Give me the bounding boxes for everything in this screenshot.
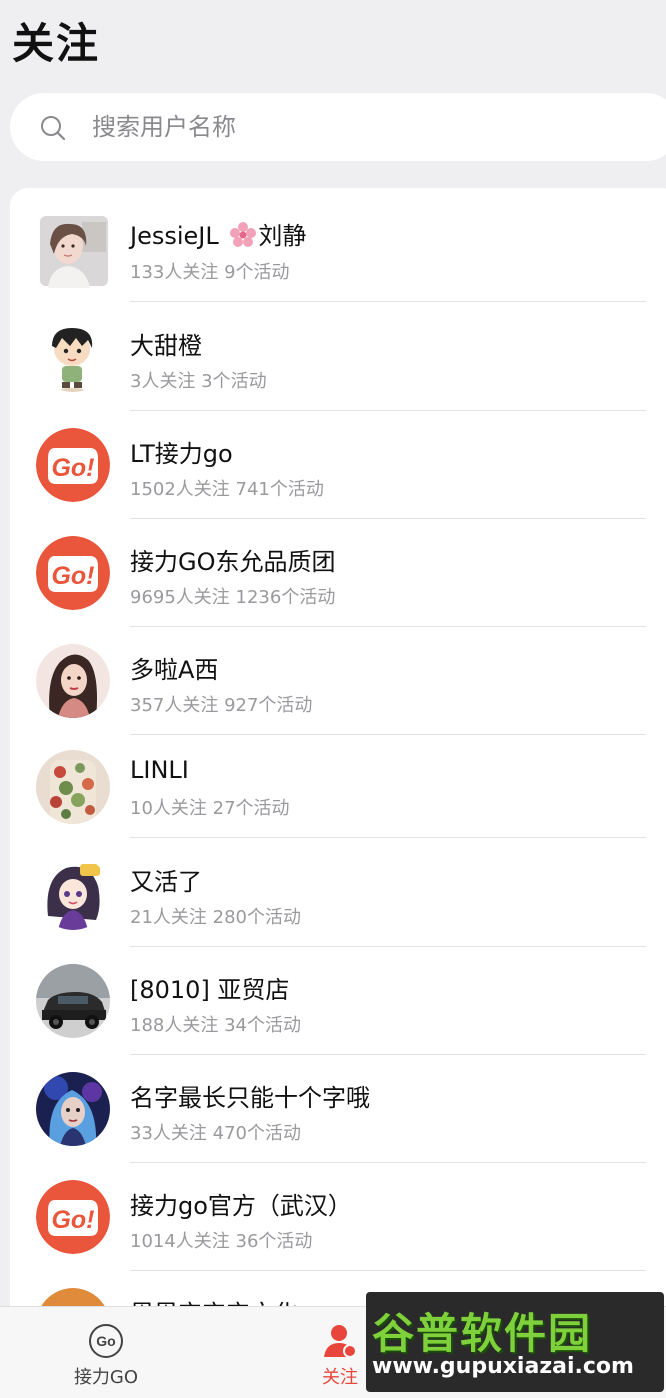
list-item[interactable]: Go! 接力go官方（武汉） 1014人关注 36个活动 xyxy=(10,1162,666,1271)
avatar: Go! xyxy=(36,1180,110,1254)
avatar: Go! xyxy=(36,428,110,502)
svg-text:Go!: Go! xyxy=(51,562,94,590)
avatar xyxy=(36,964,110,1038)
list-item[interactable]: 多啦A西 357人关注 927个活动 xyxy=(10,626,666,735)
list-item[interactable]: JessieJL 刘静 133人关注 9个活动 xyxy=(10,188,666,302)
svg-text:Go: Go xyxy=(96,1333,115,1349)
follow-meta: 3人关注 3个活动 xyxy=(130,371,267,392)
follow-name: JessieJL 刘静 xyxy=(130,216,306,251)
avatar xyxy=(36,644,110,718)
list-item[interactable]: Go! 接力GO东允品质团 9695人关注 1236个活动 xyxy=(10,518,666,627)
follow-meta: 357人关注 927个活动 xyxy=(130,695,313,716)
follow-name-text: JessieJL xyxy=(130,222,219,250)
watermark-url: www.gupuxiazai.com xyxy=(372,1354,634,1379)
follow-name: 大甜橙 xyxy=(130,332,202,360)
follow-name: 又活了 xyxy=(130,868,202,896)
tab-jieli-go[interactable]: Go 接力GO xyxy=(46,1307,166,1398)
follow-name: 名字最长只能十个字哦 xyxy=(130,1084,370,1112)
search-input[interactable] xyxy=(92,107,632,147)
watermark-logo: 谷普软件园 www.gupuxiazai.com xyxy=(366,1292,664,1392)
follow-name-suffix: 刘静 xyxy=(258,222,307,250)
cherry-blossom-icon xyxy=(230,222,257,247)
list-item[interactable]: Go! LT接力go 1502人关注 741个活动 xyxy=(10,410,666,519)
follow-meta: 1502人关注 741个活动 xyxy=(130,479,324,500)
follow-name: [8010] 亚贸店 xyxy=(130,976,290,1004)
follow-name: 接力go官方（武汉） xyxy=(130,1192,352,1220)
person-icon xyxy=(324,1325,357,1358)
tab-label: 接力GO xyxy=(73,1367,139,1388)
follow-name: LINLI xyxy=(130,756,189,784)
follow-name: LT接力go xyxy=(130,440,233,468)
follow-meta: 33人关注 470个活动 xyxy=(130,1123,301,1144)
avatar xyxy=(36,856,110,930)
avatar: Go! xyxy=(36,536,110,610)
follow-meta: 10人关注 27个活动 xyxy=(130,798,290,819)
avatar xyxy=(36,318,110,392)
list-item[interactable]: 大甜橙 3人关注 3个活动 xyxy=(10,302,666,411)
follow-list: JessieJL 刘静 133人关注 9个活动 大甜橙 3人关注 3个活动 Go… xyxy=(10,188,666,1398)
follow-meta: 21人关注 280个活动 xyxy=(130,907,301,928)
search-bar[interactable] xyxy=(10,93,666,161)
follow-meta: 9695人关注 1236个活动 xyxy=(130,587,336,608)
list-item[interactable]: [8010] 亚贸店 188人关注 34个活动 xyxy=(10,946,666,1055)
avatar xyxy=(36,750,110,824)
avatar xyxy=(36,214,110,288)
follow-name: 多啦A西 xyxy=(130,656,219,684)
follow-meta: 188人关注 34个活动 xyxy=(130,1015,301,1036)
svg-text:Go!: Go! xyxy=(51,1206,94,1234)
svg-text:Go!: Go! xyxy=(51,454,94,482)
avatar xyxy=(36,1072,110,1146)
follow-meta: 1014人关注 36个活动 xyxy=(130,1231,313,1252)
search-icon xyxy=(41,116,66,141)
list-item[interactable]: 名字最长只能十个字哦 33人关注 470个活动 xyxy=(10,1054,666,1163)
follow-name: 接力GO东允品质团 xyxy=(130,548,336,576)
list-item[interactable]: LINLI 10人关注 27个活动 xyxy=(10,734,666,842)
page-title: 关注 xyxy=(12,19,101,68)
go-circle-icon: Go xyxy=(89,1324,123,1358)
list-item[interactable]: 又活了 21人关注 280个活动 xyxy=(10,838,666,947)
follow-meta: 133人关注 9个活动 xyxy=(130,262,290,283)
watermark-main: 谷普软件园 xyxy=(372,1309,593,1358)
